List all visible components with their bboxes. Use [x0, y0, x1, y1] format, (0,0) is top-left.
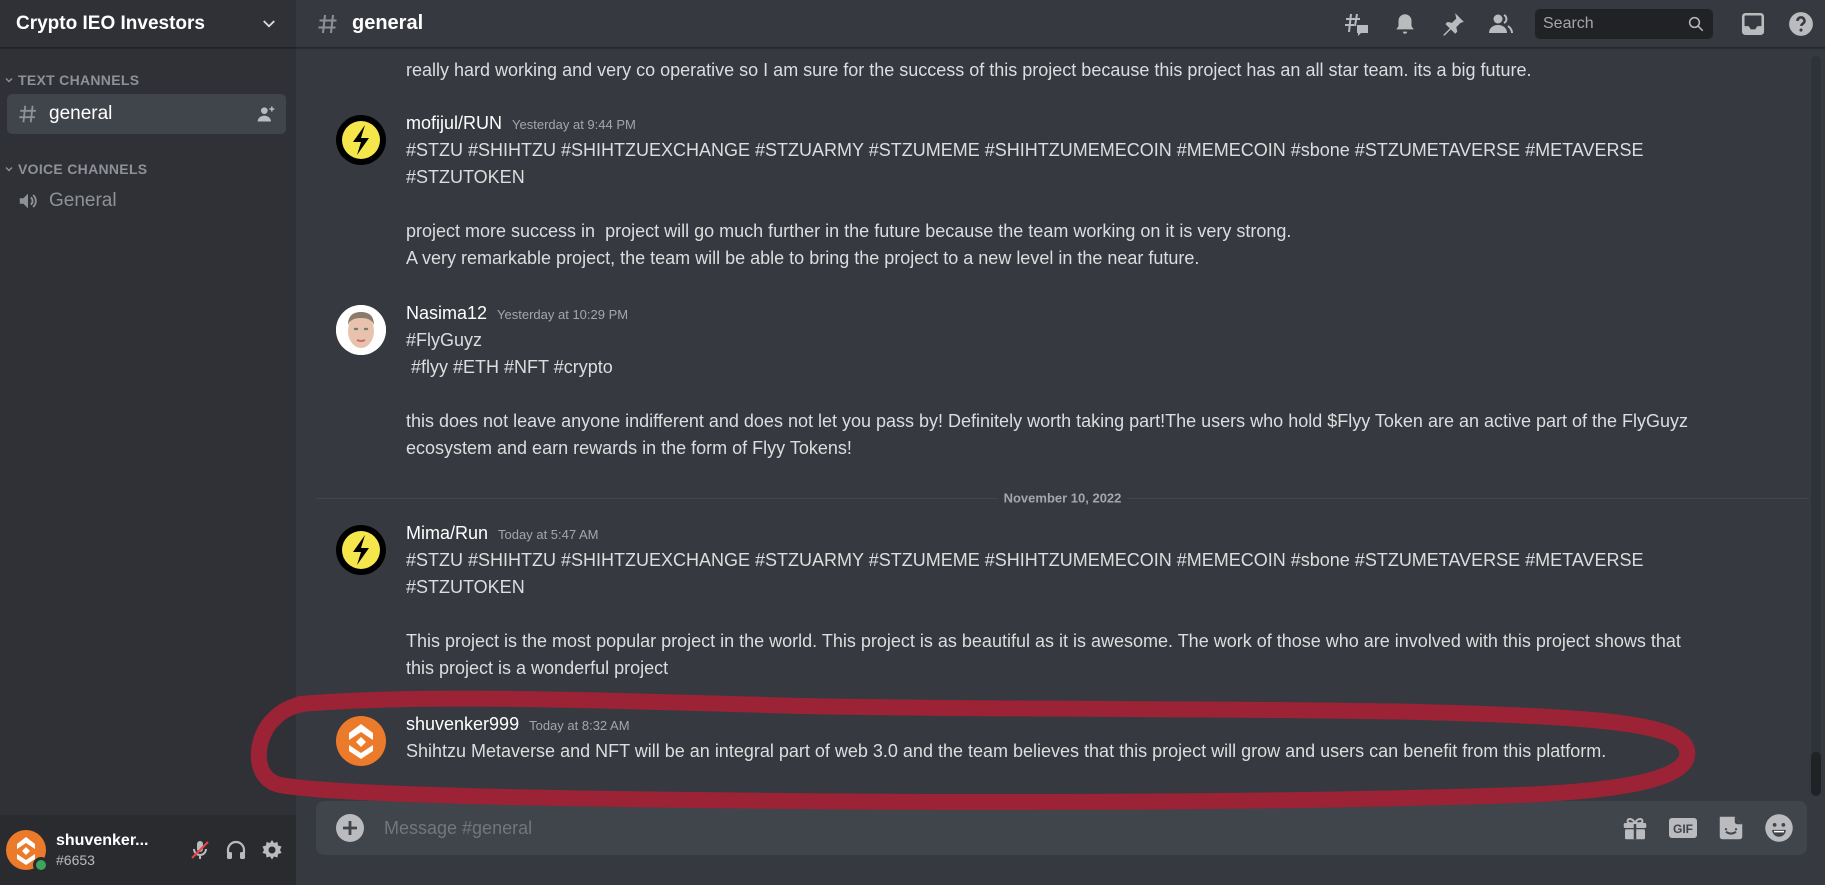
- hashtag-icon: [318, 14, 337, 33]
- inbox-icon[interactable]: [1740, 11, 1766, 37]
- sticker-button[interactable]: [1715, 812, 1747, 844]
- message-text: This project is the most popular project…: [406, 631, 1681, 651]
- scrollbar-thumb[interactable]: [1811, 752, 1821, 796]
- gif-button[interactable]: GIF: [1667, 812, 1699, 844]
- online-status-indicator: [33, 857, 49, 873]
- category-text-channels[interactable]: TEXT CHANNELS: [0, 72, 296, 88]
- avatar[interactable]: [336, 716, 386, 766]
- deafen-button[interactable]: [220, 834, 252, 866]
- message-timestamp: Yesterday at 10:29 PM: [497, 307, 629, 322]
- message-highlighted: shuvenker999 Today at 8:32 AM Shihtzu Me…: [316, 714, 1809, 766]
- svg-text:GIF: GIF: [1673, 822, 1693, 836]
- user-settings-button[interactable]: [256, 834, 288, 866]
- channel-label: general: [49, 103, 113, 124]
- channel-header: general: [296, 0, 1825, 48]
- sticker-icon: [1719, 816, 1743, 840]
- message-text: this does not leave anyone indifferent a…: [406, 411, 1689, 431]
- chevron-down-icon: [5, 78, 13, 83]
- face-photo-icon: [336, 305, 386, 355]
- message-timestamp: Today at 5:47 AM: [498, 527, 599, 542]
- gift-button[interactable]: [1619, 812, 1651, 844]
- chevron-down-icon: [263, 19, 275, 28]
- microphone-muted-icon: [191, 841, 209, 859]
- search-icon: [1688, 16, 1704, 31]
- pinned-messages-icon[interactable]: [1440, 11, 1466, 37]
- avatar[interactable]: [336, 305, 386, 355]
- channel-label: General: [49, 190, 117, 211]
- lightning-bolt-icon: [342, 121, 380, 159]
- username: shuvenker...: [56, 832, 149, 849]
- help-icon[interactable]: [1788, 11, 1814, 37]
- server-name: Crypto IEO Investors: [16, 12, 205, 34]
- hashtag-icon: [19, 105, 36, 123]
- chevron-down-icon: [5, 167, 13, 172]
- user-avatar[interactable]: [6, 830, 49, 873]
- message: mofijul/RUN Yesterday at 9:44 PM #STZU #…: [316, 113, 1809, 272]
- channel-general[interactable]: general: [7, 94, 286, 134]
- create-invite-icon[interactable]: [256, 104, 276, 124]
- emoji-button[interactable]: [1763, 812, 1795, 844]
- message-author[interactable]: Mima/Run: [406, 523, 488, 544]
- category-voice-channels[interactable]: VOICE CHANNELS: [0, 161, 296, 177]
- channel-sidebar: Crypto IEO Investors TEXT CHANNELS gener…: [0, 0, 296, 885]
- gear-icon: [262, 840, 282, 860]
- attach-plus-icon[interactable]: [336, 814, 364, 842]
- message-text: #flyy #ETH #NFT #crypto: [406, 357, 613, 377]
- message: Mima/Run Today at 5:47 AM #STZU #SHIHTZU…: [316, 523, 1809, 682]
- message-text: Shihtzu Metaverse and NFT will be an int…: [406, 741, 1607, 761]
- user-panel: shuvenker... #6653: [0, 815, 296, 885]
- message-scrollbar[interactable]: [1811, 56, 1821, 796]
- message-text: A very remarkable project, the team will…: [406, 248, 1200, 268]
- emoji-smile-icon: [1765, 814, 1793, 842]
- message-input[interactable]: [384, 817, 1603, 839]
- voice-channel-general[interactable]: General: [7, 181, 286, 221]
- lightning-bolt-icon: [342, 531, 380, 569]
- message-author[interactable]: Nasima12: [406, 303, 487, 324]
- chat-main: general really hard working and very co …: [296, 0, 1825, 885]
- message-text: really hard working and very co operativ…: [406, 60, 1532, 80]
- orange-logo-icon: [349, 724, 373, 759]
- message-timestamp: Yesterday at 9:44 PM: [512, 117, 636, 132]
- message-text: #FlyGuyz: [406, 330, 483, 350]
- category-label: VOICE CHANNELS: [18, 161, 148, 177]
- avatar[interactable]: [336, 115, 386, 165]
- message-text: ecosystem and earn rewards in the form o…: [406, 438, 852, 458]
- message-author[interactable]: mofijul/RUN: [406, 113, 502, 134]
- user-info[interactable]: shuvenker... #6653: [56, 832, 180, 868]
- threads-icon[interactable]: [1344, 11, 1370, 37]
- message-text: #STZUTOKEN: [406, 577, 525, 597]
- mute-button[interactable]: [184, 834, 216, 866]
- message-list[interactable]: really hard working and very co operativ…: [296, 49, 1809, 794]
- server-header[interactable]: Crypto IEO Investors: [0, 0, 296, 48]
- headphones-icon: [226, 840, 246, 859]
- message-author[interactable]: shuvenker999: [406, 714, 519, 735]
- message-text: project more success in project will go …: [406, 221, 1292, 241]
- date-divider: November 10, 2022: [316, 490, 1809, 506]
- message-text: #STZU #SHIHTZU #SHIHTZUEXCHANGE #STZUARM…: [406, 140, 1644, 160]
- search-bar[interactable]: [1535, 8, 1713, 39]
- message-text: this project is a wonderful project: [406, 658, 669, 678]
- search-input[interactable]: [1543, 14, 1687, 33]
- speaker-icon: [19, 193, 37, 209]
- member-list-icon[interactable]: [1488, 11, 1514, 37]
- message-text: #STZU #SHIHTZU #SHIHTZUEXCHANGE #STZUARM…: [406, 550, 1644, 570]
- notification-bell-icon[interactable]: [1392, 11, 1418, 37]
- gif-icon: GIF: [1669, 818, 1697, 838]
- message: Nasima12 Yesterday at 10:29 PM #FlyGuyz …: [316, 303, 1809, 462]
- message-continuation: really hard working and very co operativ…: [316, 57, 1809, 84]
- category-label: TEXT CHANNELS: [18, 72, 140, 88]
- message-timestamp: Today at 8:32 AM: [529, 718, 630, 733]
- avatar[interactable]: [336, 525, 386, 575]
- channel-title: general: [352, 12, 424, 34]
- date-divider-label: November 10, 2022: [997, 490, 1128, 506]
- user-tag: #6653: [56, 852, 95, 868]
- gift-icon: [1623, 818, 1647, 840]
- message-text: #STZUTOKEN: [406, 167, 525, 187]
- message-composer: GIF: [316, 801, 1807, 855]
